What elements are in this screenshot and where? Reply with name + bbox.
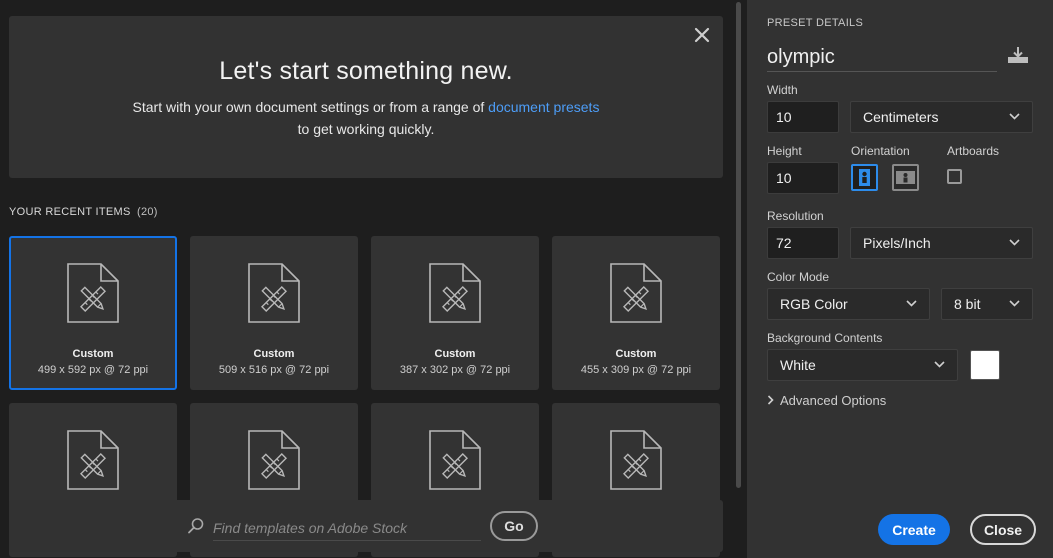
document-presets-link[interactable]: document presets <box>488 99 599 115</box>
recent-panel: Let's start something new. Start with yo… <box>0 0 735 558</box>
chevron-down-icon <box>1009 300 1020 307</box>
recent-items-count: (20) <box>137 206 158 218</box>
recent-item-name: Custom <box>434 348 476 360</box>
recent-item-tile[interactable]: Custom 509 x 516 px @ 72 ppi <box>190 236 358 390</box>
background-contents-value: White <box>780 357 816 373</box>
stock-search-input[interactable] <box>213 515 481 541</box>
welcome-title: Let's start something new. <box>219 57 513 85</box>
chevron-down-icon <box>906 300 917 307</box>
chevron-right-icon <box>767 395 774 405</box>
recent-item-name: Custom <box>72 348 114 360</box>
landscape-icon <box>896 171 915 184</box>
document-icon <box>429 430 481 490</box>
portrait-icon <box>859 169 870 186</box>
advanced-options-label: Advanced Options <box>780 393 887 408</box>
recent-item-tile[interactable]: Custom 455 x 309 px @ 72 ppi <box>552 236 720 390</box>
units-value: Centimeters <box>863 109 939 125</box>
recent-item-tile[interactable]: Custom 387 x 302 px @ 72 ppi <box>371 236 539 390</box>
bit-depth-value: 8 bit <box>954 296 981 312</box>
recent-item-size: 455 x 309 px @ 72 ppi <box>580 364 692 376</box>
bit-depth-dropdown[interactable]: 8 bit <box>941 288 1033 320</box>
preset-details-heading: PRESET DETAILS <box>767 17 864 29</box>
document-icon <box>248 430 300 490</box>
save-preset-icon[interactable] <box>1007 46 1029 64</box>
document-icon <box>67 263 119 323</box>
welcome-text: Start with your own document settings or… <box>132 99 489 115</box>
color-mode-label: Color Mode <box>767 270 830 284</box>
color-mode-value: RGB Color <box>780 296 848 312</box>
background-contents-dropdown[interactable]: White <box>767 349 958 381</box>
advanced-options-toggle[interactable]: Advanced Options <box>767 393 886 408</box>
recent-items-heading: YOUR RECENT ITEMS (20) <box>9 206 158 218</box>
units-dropdown[interactable]: Centimeters <box>850 101 1033 133</box>
recent-item-size: 499 x 592 px @ 72 ppi <box>37 364 149 376</box>
close-button[interactable]: Close <box>970 514 1036 545</box>
document-icon <box>429 263 481 323</box>
chevron-down-icon <box>1009 239 1020 246</box>
resolution-input[interactable] <box>767 227 839 259</box>
document-icon <box>248 263 300 323</box>
scrollbar[interactable] <box>735 0 743 490</box>
document-icon <box>610 430 662 490</box>
welcome-banner: Let's start something new. Start with yo… <box>9 16 723 178</box>
scrollbar-thumb[interactable] <box>736 2 741 488</box>
close-icon[interactable] <box>693 26 711 44</box>
landscape-orientation-button[interactable] <box>892 164 919 191</box>
background-contents-label: Background Contents <box>767 331 883 345</box>
resolution-label: Resolution <box>767 209 824 223</box>
color-mode-dropdown[interactable]: RGB Color <box>767 288 930 320</box>
height-input[interactable] <box>767 162 839 194</box>
orientation-label: Orientation <box>851 144 910 158</box>
preset-name-input[interactable] <box>767 44 997 72</box>
chevron-down-icon <box>934 361 945 368</box>
go-button[interactable]: Go <box>490 511 538 541</box>
recent-item-size: 387 x 302 px @ 72 ppi <box>399 364 511 376</box>
stock-search-bar: Go <box>9 500 723 552</box>
portrait-orientation-button[interactable] <box>851 164 878 191</box>
resolution-unit-dropdown[interactable]: Pixels/Inch <box>850 227 1033 259</box>
search-icon <box>188 518 204 534</box>
height-label: Height <box>767 144 802 158</box>
recent-item-tile[interactable]: Custom 499 x 592 px @ 72 ppi <box>9 236 177 390</box>
welcome-text-2: to get working quickly. <box>297 121 435 137</box>
background-color-swatch[interactable] <box>970 350 1000 380</box>
document-icon <box>67 430 119 490</box>
preset-details-panel: PRESET DETAILS Width Centimeters Height … <box>747 0 1053 558</box>
artboards-checkbox[interactable] <box>947 169 962 184</box>
welcome-subtitle: Start with your own document settings or… <box>9 96 723 140</box>
recent-item-name: Custom <box>615 348 657 360</box>
recent-item-size: 509 x 516 px @ 72 ppi <box>218 364 330 376</box>
create-button[interactable]: Create <box>878 514 950 545</box>
document-icon <box>610 263 662 323</box>
chevron-down-icon <box>1009 113 1020 120</box>
width-input[interactable] <box>767 101 839 133</box>
recent-items-title: YOUR RECENT ITEMS <box>9 206 131 218</box>
resolution-unit-value: Pixels/Inch <box>863 235 931 251</box>
recent-item-name: Custom <box>253 348 295 360</box>
width-label: Width <box>767 83 798 97</box>
artboards-label: Artboards <box>947 144 1000 158</box>
